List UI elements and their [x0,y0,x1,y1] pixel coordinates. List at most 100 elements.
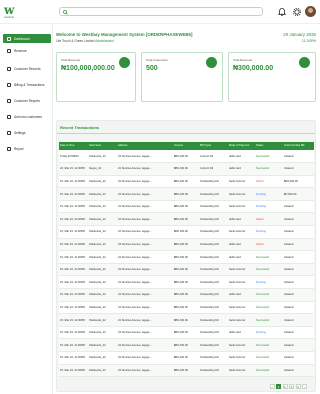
table-cell: Cleared [283,288,314,302]
table-row[interactable]: 15, Mar 23, 11:30PM Olankunle_22 24 Sunris… [59,212,314,227]
table-row[interactable]: 15, Mar 23, 11:30PM Olankunle_22 24 Sunris… [59,175,314,189]
table-cell: 24 Sunrise Avenue, Agege... [117,187,173,201]
table-cell: 24 Sunrise Avenue, Agege... [117,200,173,214]
sidebar-item-billing[interactable]: Billing & Transactions [3,80,51,89]
table-row[interactable]: 15, Mar 23, 11:30PM Olankunle_22 24 Sunris… [59,200,314,214]
sidebar-item-add-customers[interactable]: Add new customers [3,112,51,121]
table-row[interactable]: 15, Mar 23, 11:30PM Olankunle_22 24 Sunris… [59,187,314,201]
table-cell: ₦52,100.00 [173,263,199,277]
table-row[interactable]: 15, Mar 23, 11:30PM Olankunle_22 24 Sunris… [59,238,314,252]
table-cell: Successful [255,301,283,315]
table-row[interactable]: Today,10:50PM Olankunle_22 24 Sunrise Aven… [59,150,314,164]
table-cell: bank trans fer [228,301,255,315]
table-cell: ₦52,100.00 [173,351,199,365]
page-subtitle: Life Touch & Green Limited Administrator [56,39,114,43]
table-row[interactable]: 15, Mar 23, 11:30PM Olankunle_22 24 Sunris… [59,288,314,302]
table-cell: Outstanding bill [199,288,228,302]
stat-card-total-revenue: Total Revenue ₦100,000,000.00 [56,52,136,102]
table-row[interactable]: 15, Mar 23, 11:30PM Olankunle_22 24 Sunris… [59,351,314,365]
table-cell: bank trans fer [228,263,255,277]
table-cell: Olankunle_22 [88,275,117,290]
table-cell: ₦52,100.00 [173,238,199,252]
table-cell: 24 Sunrise Avenue, Agege... [117,338,173,352]
table-cell: Successful [255,351,283,365]
table-cell: Pending [255,187,283,201]
user-role: Administrator [95,39,114,43]
table-cell: 24 Sunrise Avenue, Agege... [117,212,173,227]
users-icon [7,66,11,71]
pagination: ‹ 1 2 3 4 › [269,384,307,389]
table-cell: 15, Mar 23, 11:30PM [59,200,88,214]
table-cell: ₦52,100.00 [173,313,199,327]
main-content: Welcome to Westbay Management System [OR… [56,24,318,394]
sidebar-item-revenue[interactable]: Revenue [3,46,51,55]
table-cell: bank trans fer [228,313,255,327]
user-avatar[interactable] [305,6,316,17]
table-header-row: Date & Time Username Address Amount Bill Typ… [59,142,314,150]
brand-logo[interactable]: w westbody [4,4,18,19]
table-row[interactable]: 15, Mar 23, 11:30PM Olankunle_22 24 Sunris… [59,301,314,315]
sidebar-item-customer-records[interactable]: Customer Records [3,64,51,73]
page-button[interactable]: › [302,384,307,389]
table-row[interactable]: 15, Mar 23, 11:30PM Olankunle_22 24 Sunris… [59,263,314,277]
settings-gear-icon[interactable] [292,7,302,17]
table-row[interactable]: 15, Mar 23, 11:30PM Olankunle_22 24 Sunris… [59,326,314,340]
column-header: Username [89,143,101,147]
page-button[interactable]: 4 [295,384,301,389]
table-cell: Pending [255,326,283,340]
table-row[interactable]: 15, Mar 23, 11:30PM Olankunle_22 24 Sunris… [59,250,314,264]
table-cell: 15, Mar 23, 11:30PM [59,175,88,189]
table-cell: Failed [255,238,283,252]
table-cell: debit card [228,238,255,252]
sidebar-item-label: Billing & Transactions [14,82,45,87]
table-cell: Cleared [283,263,314,277]
search-input[interactable] [59,7,263,16]
table-row[interactable]: 15, Mar 23, 11:30PM Olankunle_22 24 Sunris… [59,338,314,352]
sidebar-item-customer-reports[interactable]: Customer Reports [3,96,51,105]
table-cell: 24 Sunrise Avenue, Agege... [117,175,173,189]
table-cell: Successful [255,338,283,352]
table-row[interactable]: 22, Mar 23, 11:30PM Segun_10 24 Sunrise Av… [59,162,314,176]
notification-bell-icon[interactable] [277,7,287,17]
sidebar-item-settings[interactable]: Settings [3,128,51,137]
table-cell: 15, Mar 23, 11:30PM [59,187,88,201]
table-cell: ₦52,100.00 [173,162,199,176]
table-cell: 15, Mar 23, 11:30PM [59,238,88,252]
grid-icon [7,36,11,41]
table-cell: Outstanding bill [199,175,228,189]
table-row[interactable]: 15, Mar 23, 11:30PM Olankunle_22 24 Sunris… [59,275,314,290]
table-cell: ₦52,100.00 [173,212,199,227]
table-cell: ₦15,000.00 [283,175,314,189]
table-cell: Cleared [283,301,314,315]
table-cell: Today,10:50PM [59,150,88,164]
page-button[interactable]: 2 [282,384,288,389]
table-cell: bank trans fer [228,338,255,352]
page-button[interactable]: 1 [276,384,281,389]
table-cell: ₦52,100.00 [173,175,199,189]
table-cell: Cleared [283,364,314,378]
table-row[interactable]: 15, Mar 23, 11:30PM Olankunle_22 24 Sunris… [59,364,314,378]
table-cell: 24 Sunrise Avenue, Agege... [117,351,173,365]
table-cell: Cleared [283,250,314,264]
table-cell: Outstanding bill [199,250,228,264]
stat-card-value: ₦100,000,000.00 [61,65,115,72]
table-cell: bank trans fer [228,175,255,189]
table-cell: Outstanding bill [199,364,228,378]
table-cell: ₦52,100.00 [173,288,199,302]
table-cell: Failed [255,175,283,189]
column-header: Status [256,143,264,147]
page-button[interactable]: 3 [289,384,294,389]
table-row[interactable]: 15, Mar 23, 11:30PM Olankunle_22 24 Sunris… [59,313,314,327]
table-cell: ₦52,100.00 [173,150,199,164]
table-cell: Olankunle_22 [88,364,117,378]
table-cell: Olankunle_22 [88,351,117,365]
table-cell: Olankunle_22 [88,175,117,189]
sidebar-item-report[interactable]: Report [3,144,51,153]
table-cell: ₦52,100.00 [173,250,199,264]
sidebar-item-label: Customer Reports [14,98,40,103]
report-icon [7,98,11,103]
table-row[interactable]: 15, Mar 23, 11:30PM Olankunle_22 24 Sunris… [59,225,314,239]
sidebar-item-dashboard[interactable]: Dashboard [3,34,51,43]
column-header: Address [118,143,128,147]
page-button[interactable]: ‹ [269,384,275,389]
